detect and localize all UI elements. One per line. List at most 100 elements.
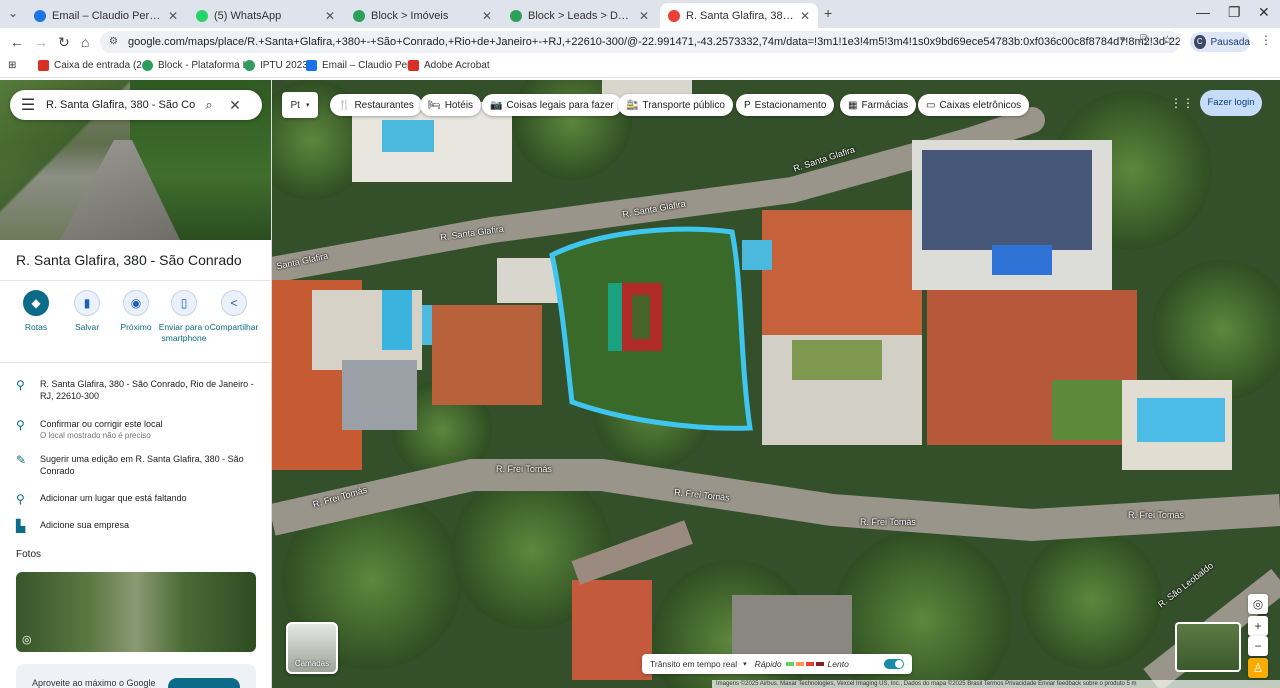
chip-parking[interactable]: P Estacionamento (736, 94, 835, 116)
forward-icon[interactable]: → (34, 34, 48, 50)
close-icon[interactable]: ✕ (168, 9, 178, 23)
traffic-legend: Trânsito em tempo real ▾ Rápido Lento (642, 654, 912, 674)
tab-title: (5) WhatsApp (214, 9, 282, 22)
zoom-in-button[interactable]: + (1248, 616, 1268, 636)
location-pin-icon: ⚲ (16, 378, 25, 392)
home-icon[interactable]: ⌂ (81, 34, 89, 50)
chip-things-to-do[interactable]: 📷 Coisas legais para fazer (482, 94, 622, 116)
tab-google-maps[interactable]: R. Santa Glafira, 380 - São Conr ✕ (660, 3, 818, 28)
map-type-button[interactable]: Pt ▾ (282, 92, 318, 118)
close-icon[interactable]: ✕ (639, 9, 649, 23)
close-icon[interactable]: ✕ (325, 9, 335, 23)
tab-block-imoveis[interactable]: Block > Imóveis ✕ (345, 3, 500, 28)
chip-hotels[interactable]: 🛏 Hotéis (420, 94, 482, 116)
tab-title: Email – Claudio Pereira – Outlo (52, 9, 162, 22)
pegman-icon[interactable]: ♙ (1248, 658, 1268, 678)
chip-label: Caixas eletrônicos (939, 99, 1022, 111)
phone-icon: ▯ (171, 290, 197, 316)
url-text: google.com/maps/place/R.+Santa+Glafira,+… (128, 36, 1180, 48)
close-icon[interactable]: ✕ (482, 9, 492, 23)
chip-label: Hotéis (444, 99, 474, 111)
new-tab-button[interactable]: + (824, 5, 832, 21)
reload-icon[interactable]: ↻ (58, 34, 70, 51)
apps-grid-icon[interactable]: ⋮⋮ (1170, 96, 1194, 110)
block-icon (510, 9, 522, 22)
tab-title: Block > Leads > Detalhe #1299 (528, 9, 633, 22)
chevron-down-icon: ▾ (305, 102, 310, 109)
menu-kebab-icon[interactable]: ⋮ (1260, 33, 1272, 47)
photo-thumbnail[interactable]: ◎ (16, 572, 256, 652)
address-text: R. Santa Glafira, 380 - São Conrado, Rio… (40, 379, 254, 401)
tab-block-leads[interactable]: Block > Leads > Detalhe #1299 ✕ (502, 3, 657, 28)
layers-label: Camadas (294, 659, 330, 668)
add-business-row[interactable]: ▙ Adicione sua empresa (16, 519, 256, 533)
globe-icon (244, 60, 255, 71)
zoom-out-button[interactable]: − (1248, 636, 1268, 656)
install-icon[interactable]: ⎘ (1140, 34, 1149, 47)
traffic-label: Trânsito em tempo real (650, 659, 738, 669)
bookmark-adobe[interactable]: Adobe Acrobat (408, 60, 490, 71)
bookmark-gmail[interactable]: Caixa de entrada (2... (38, 60, 150, 71)
storefront-icon: ▙ (16, 519, 26, 533)
chip-atms[interactable]: ▭ Caixas eletrônicos (918, 94, 1030, 116)
sign-in-button[interactable]: Fazer login (1200, 90, 1262, 116)
directions-button[interactable]: ◆ Rotas (10, 290, 62, 333)
suggest-edit-row[interactable]: ✎ Sugerir uma edição em R. Santa Glafira… (16, 453, 256, 477)
bookmark-label: Caixa de entrada (2... (54, 60, 151, 71)
avatar: C (1194, 35, 1206, 49)
clear-icon[interactable]: ✕ (222, 97, 248, 114)
share-button[interactable]: < Compartilhar (208, 290, 260, 333)
action-label: Próximo (120, 322, 152, 332)
address-row[interactable]: ⚲ R. Santa Glafira, 380 - São Conrado, R… (16, 378, 256, 402)
back-icon[interactable]: ← (10, 34, 24, 50)
close-icon[interactable]: ✕ (800, 9, 810, 23)
map-attribution: Imagens ©2025 Airbus, Maxar Technologies… (712, 680, 1280, 688)
save-button[interactable]: ▮ Salvar (61, 290, 113, 333)
confirm-location-row[interactable]: ⚲ Confirmar ou corrigir este local O loc… (16, 418, 256, 441)
search-icon[interactable]: ⌕ (196, 97, 222, 113)
restore-icon[interactable]: ❐ (1228, 4, 1241, 21)
confirm-text: Confirmar ou corrigir este local (40, 419, 163, 429)
chip-restaurants[interactable]: 🍴 Restaurantes (330, 94, 422, 116)
hamburger-menu-icon[interactable]: ☰ (10, 95, 46, 115)
street-view-360-icon: ◎ (22, 634, 32, 646)
street-view-thumbnail[interactable] (1175, 622, 1241, 672)
bookmark-label: Email – Claudio Per... (322, 60, 419, 71)
window-close-icon[interactable]: ✕ (1258, 4, 1270, 21)
apps-grid-icon[interactable]: ⊞ (8, 60, 16, 71)
location-icon[interactable]: ⌖ (1120, 34, 1126, 47)
tab-outlook[interactable]: Email – Claudio Pereira – Outlo ✕ (26, 3, 186, 28)
bookmark-label: IPTU 2023 (260, 60, 308, 71)
chip-pharmacies[interactable]: ▦ Farmácias (840, 94, 917, 116)
bookmarks-bar: ⊞ Caixa de entrada (2... Block - Platafo… (0, 56, 1280, 78)
tab-whatsapp[interactable]: (5) WhatsApp ✕ (188, 3, 343, 28)
bed-icon: 🛏 (428, 99, 441, 111)
chip-label: Transporte público (642, 99, 725, 111)
promo-button[interactable] (168, 678, 240, 688)
bookmark-block-plataforma[interactable]: Block - Plataforma I... (142, 60, 254, 71)
satellite-imagery (272, 80, 1280, 688)
send-to-phone-button[interactable]: ▯ Enviar para o smartphone (158, 290, 210, 344)
add-place-row[interactable]: ⚲ Adicionar um lugar que está faltando (16, 492, 256, 506)
traffic-toggle[interactable] (884, 659, 904, 669)
bookmark-email[interactable]: Email – Claudio Per... (306, 60, 418, 71)
parking-icon: P (744, 99, 751, 111)
bookmark-iptu[interactable]: IPTU 2023 (244, 60, 308, 71)
address-bar[interactable]: ⚙ google.com/maps/place/R.+Santa+Glafira… (100, 31, 1180, 53)
chip-transit[interactable]: 🚉 Transporte público (618, 94, 733, 116)
profile-button[interactable]: C Pausada (1190, 32, 1250, 52)
search-input[interactable] (46, 99, 196, 111)
minimize-icon[interactable]: — (1196, 4, 1210, 20)
traffic-bar (815, 662, 824, 666)
bookmark-star-icon[interactable]: ☆ (1162, 33, 1173, 47)
satellite-map[interactable]: Pt ▾ 🍴 Restaurantes 🛏 Hotéis 📷 Coisas legais… (272, 80, 1280, 688)
chip-label: Estacionamento (754, 99, 827, 111)
tab-search-icon[interactable]: ⌄ (8, 6, 18, 20)
nearby-button[interactable]: ◉ Próximo (110, 290, 162, 333)
chevron-down-icon[interactable]: ▾ (743, 660, 747, 668)
chip-label: Restaurantes (354, 99, 414, 111)
profile-status: Pausada (1210, 36, 1250, 48)
site-info-icon[interactable]: ⚙ (109, 31, 118, 53)
my-location-icon[interactable]: ◎ (1248, 594, 1268, 614)
layers-button[interactable]: Camadas (286, 622, 338, 674)
